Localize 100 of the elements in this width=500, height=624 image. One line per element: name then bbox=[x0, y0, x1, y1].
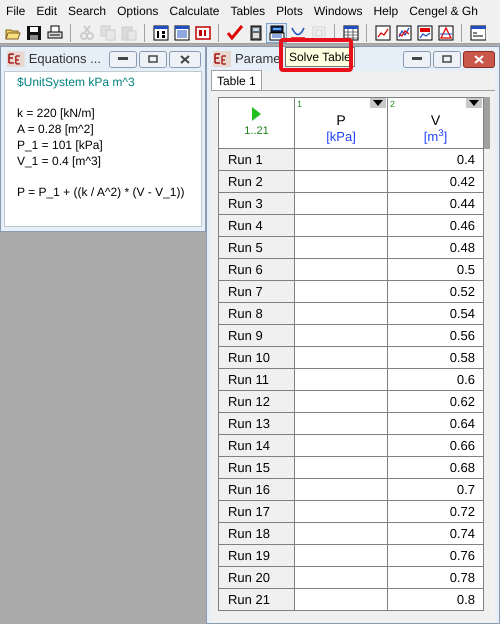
scissors-icon bbox=[78, 24, 94, 40]
menu-item[interactable]: Options bbox=[117, 2, 158, 20]
row-label[interactable]: Run 14 bbox=[218, 435, 295, 457]
row-label[interactable]: Run 20 bbox=[218, 567, 295, 589]
row-label[interactable]: Run 1 bbox=[218, 149, 295, 171]
close-button[interactable] bbox=[463, 50, 495, 68]
row-label[interactable]: Run 3 bbox=[218, 193, 295, 215]
row-label[interactable]: Run 10 bbox=[218, 347, 295, 369]
line-chart-icon bbox=[396, 24, 412, 40]
column-unit: [kPa] bbox=[326, 129, 356, 145]
row-label[interactable]: Run 5 bbox=[218, 237, 295, 259]
menu-item[interactable]: Calculate bbox=[169, 2, 220, 20]
minimize-icon bbox=[118, 57, 128, 61]
table-cell: 0.64 bbox=[388, 413, 484, 435]
clipboard-icon bbox=[120, 24, 136, 40]
copy-icon bbox=[100, 24, 116, 40]
printer-icon bbox=[46, 24, 62, 40]
row-label[interactable]: Run 6 bbox=[218, 259, 295, 281]
row-label[interactable]: Run 7 bbox=[218, 281, 295, 303]
column-number: 2 bbox=[390, 98, 396, 111]
column-unit: [m$^{3}$] bbox=[424, 129, 448, 145]
menu-item[interactable]: Tables bbox=[230, 2, 266, 20]
close-icon bbox=[180, 54, 190, 64]
menu-item[interactable]: Plots bbox=[276, 2, 303, 20]
row-label[interactable]: Run 9 bbox=[218, 325, 295, 347]
maximize-button[interactable] bbox=[139, 50, 167, 68]
row-label[interactable]: Run 11 bbox=[218, 369, 295, 391]
column-header[interactable]: 1 P [kPa] bbox=[295, 97, 388, 149]
table-cell: 0.76 bbox=[388, 545, 484, 567]
table-cell: 0.6 bbox=[388, 369, 484, 391]
table-cell: 0.62 bbox=[388, 391, 484, 413]
tooltip: Solve Table bbox=[285, 47, 355, 67]
equation-window-icon bbox=[152, 24, 168, 40]
menu-item[interactable]: Windows bbox=[314, 2, 363, 20]
row-label[interactable]: Run 12 bbox=[218, 391, 295, 413]
window-title: Equations ... bbox=[28, 50, 101, 68]
table-cell: 0.7 bbox=[388, 479, 484, 501]
computer-table-icon bbox=[268, 24, 284, 40]
table-cell: 0.66 bbox=[388, 435, 484, 457]
column-number: 1 bbox=[297, 98, 302, 111]
table-cell: 0.4 bbox=[388, 149, 484, 171]
formula-window-icon bbox=[470, 24, 486, 40]
spreadsheet-icon bbox=[342, 24, 358, 40]
table-cell: 0.5 bbox=[388, 259, 484, 281]
table-cell: 0.52 bbox=[388, 281, 484, 303]
table-cell: 0.72 bbox=[388, 501, 484, 523]
equation-line: V_1 = 0.4 [m^3] bbox=[17, 153, 102, 169]
menu-item[interactable]: Cengel & Gh bbox=[409, 2, 478, 20]
equation-line: P_1 = 101 [kPa] bbox=[17, 137, 103, 153]
minimize-icon bbox=[412, 57, 422, 61]
table-cell: 0.54 bbox=[388, 303, 484, 325]
equation-line: P = P_1 + ((k / A^2) * (V - V_1)) bbox=[17, 184, 184, 200]
row-label[interactable]: Run 8 bbox=[218, 303, 295, 325]
row-label[interactable]: Run 18 bbox=[218, 523, 295, 545]
column-name: V bbox=[430, 111, 440, 129]
run-range-label: 1..21 bbox=[244, 124, 269, 139]
dropdown-icon[interactable] bbox=[466, 98, 482, 108]
menu-item[interactable]: Search bbox=[68, 2, 106, 20]
table-lines-icon bbox=[174, 24, 190, 40]
app-icon bbox=[213, 51, 231, 67]
row-label[interactable]: Run 15 bbox=[218, 457, 295, 479]
row-label[interactable]: Run 21 bbox=[218, 589, 295, 611]
menu-item[interactable]: File bbox=[6, 2, 26, 20]
table-cell: 0.58 bbox=[388, 347, 484, 369]
minimize-button[interactable] bbox=[109, 50, 137, 68]
dropdown-icon[interactable] bbox=[370, 98, 386, 108]
table-cell: 0.74 bbox=[388, 523, 484, 545]
window-title: Parame bbox=[235, 50, 281, 68]
minimize-button[interactable] bbox=[403, 50, 431, 68]
table-cell: 0.8 bbox=[388, 589, 484, 611]
app-icon bbox=[7, 51, 25, 67]
table-cell: 0.48 bbox=[388, 237, 484, 259]
equation-line: k = 220 [kN/m] bbox=[17, 105, 95, 121]
row-label[interactable]: Run 17 bbox=[218, 501, 295, 523]
row-label[interactable]: Run 16 bbox=[218, 479, 295, 501]
menu-item[interactable]: Help bbox=[374, 2, 398, 20]
framed-letter-icon bbox=[310, 24, 326, 40]
column-name: P bbox=[336, 111, 346, 129]
directive-line: $UnitSystem kPa m^3 bbox=[17, 74, 135, 90]
close-button[interactable] bbox=[169, 50, 201, 68]
close-icon bbox=[474, 54, 484, 64]
toolbar-button[interactable] bbox=[266, 22, 287, 42]
table-cell: 0.68 bbox=[388, 457, 484, 479]
unit-box-icon bbox=[194, 24, 210, 40]
menu-item[interactable]: Edit bbox=[36, 2, 58, 20]
row-label[interactable]: Run 4 bbox=[218, 215, 295, 237]
table-cell: 0.42 bbox=[388, 171, 484, 193]
row-label[interactable]: Run 19 bbox=[218, 545, 295, 567]
row-label[interactable]: Run 13 bbox=[218, 413, 295, 435]
table-tab[interactable]: Table 1 bbox=[211, 70, 262, 90]
table-cell: 0.44 bbox=[388, 193, 484, 215]
column-header[interactable]: 2 V [m$^{3}$] bbox=[388, 97, 484, 149]
maximize-button[interactable] bbox=[433, 50, 461, 68]
line-chart-icon bbox=[374, 24, 390, 40]
table-cell: 0.46 bbox=[388, 215, 484, 237]
table-cell: 0.78 bbox=[388, 567, 484, 589]
row-label[interactable]: Run 2 bbox=[218, 171, 295, 193]
equation-line: A = 0.28 [m^2] bbox=[17, 121, 94, 137]
maximize-icon bbox=[442, 55, 452, 63]
checkmark-icon bbox=[226, 24, 242, 40]
